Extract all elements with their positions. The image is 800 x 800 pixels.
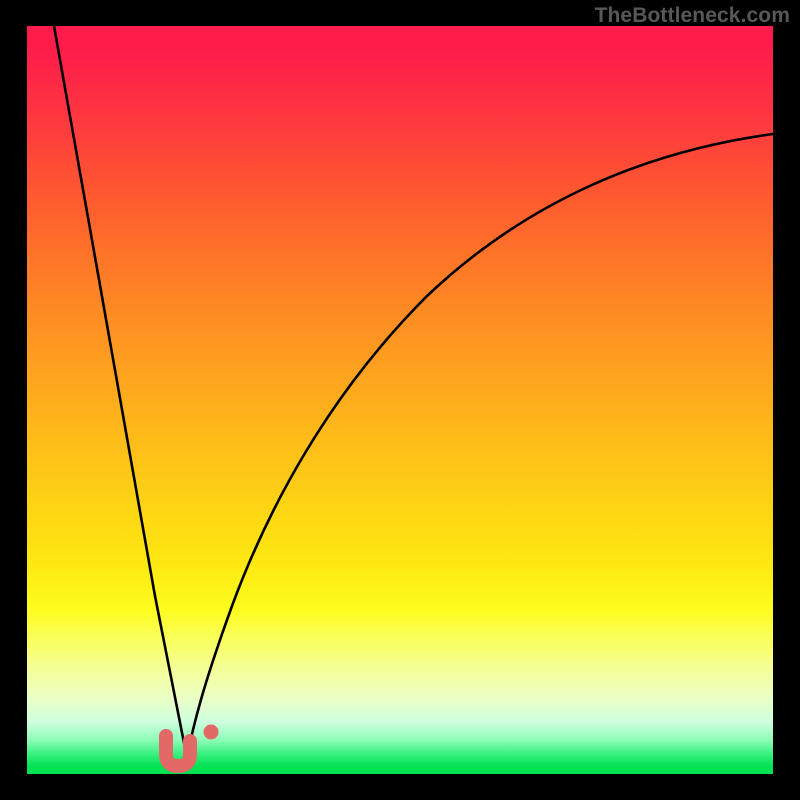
plot-area: [27, 26, 773, 774]
curve-layer: [27, 26, 773, 774]
bottleneck-curve-right: [187, 134, 773, 758]
marker-u-blob: [166, 736, 190, 766]
marker-dot: [204, 725, 219, 740]
watermark-text: TheBottleneck.com: [595, 4, 790, 28]
bottleneck-curve-left: [54, 26, 187, 758]
